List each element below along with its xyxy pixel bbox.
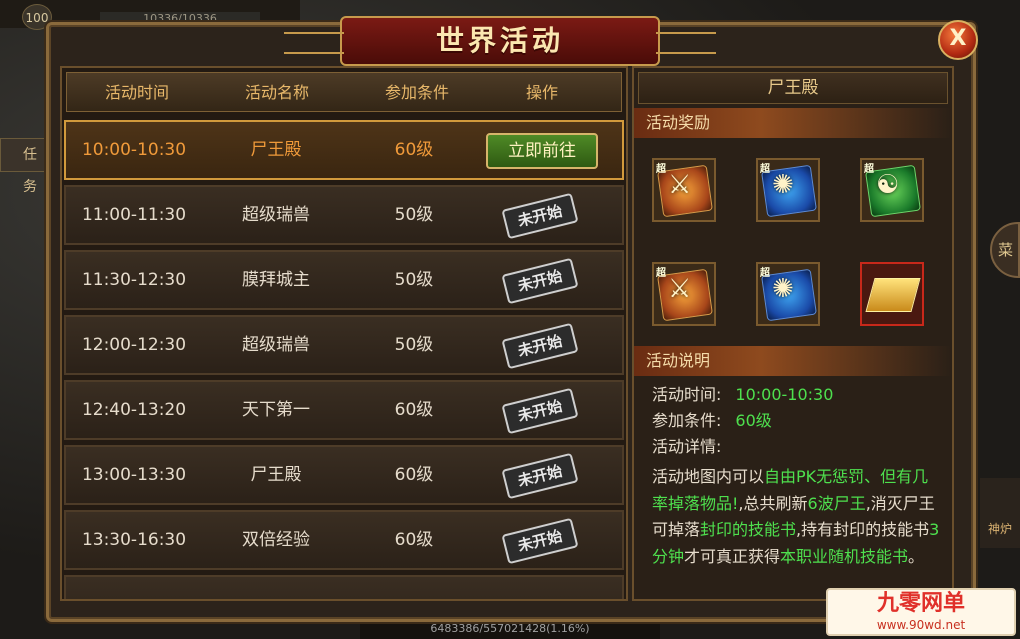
not-started-stamp: 未开始 <box>501 452 579 500</box>
row-name: 尸王殿 <box>250 465 302 485</box>
desc-part: ,持有封印的技能书 <box>796 520 930 539</box>
info-time-value: 10:00-10:30 <box>735 385 834 404</box>
not-started-stamp: 未开始 <box>501 257 579 305</box>
description-header: 活动说明 <box>634 346 952 376</box>
row-requirement: 50级 <box>394 205 434 225</box>
row-time: 12:40-13:20 <box>81 400 187 420</box>
info-time: 活动时间: 10:00-10:30 <box>652 382 833 408</box>
reward-slot[interactable]: ✺ 超 <box>756 158 820 222</box>
row-name: 超级瑞兽 <box>242 335 310 355</box>
super-badge: 超 <box>656 164 666 175</box>
header-requirement: 参加条件 <box>384 83 449 102</box>
table-row[interactable]: 11:30-12:30 膜拜城主 50级 未开始 <box>64 250 624 310</box>
window-title: 世界活动 <box>435 24 564 57</box>
row-time: 11:30-12:30 <box>81 270 187 290</box>
table-row[interactable]: 12:00-12:30 超级瑞兽 50级 未开始 <box>64 315 624 375</box>
row-requirement: 60级 <box>394 400 434 420</box>
super-badge: 超 <box>864 164 874 175</box>
super-badge: 超 <box>656 268 666 279</box>
row-name: 天下第一 <box>242 400 310 420</box>
desc-part-highlight: 6波尸王 <box>807 493 866 513</box>
table-row[interactable]: 13:00-13:30 尸王殿 60级 未开始 <box>64 445 624 505</box>
sword-glyph-icon: ⚔ <box>668 170 692 200</box>
row-requirement: 60级 <box>394 465 434 485</box>
row-time: 13:00-13:30 <box>81 465 187 485</box>
info-time-label: 活动时间: <box>652 385 722 404</box>
table-row[interactable]: 12:40-13:20 天下第一 60级 未开始 <box>64 380 624 440</box>
desc-part: 。 <box>908 546 925 566</box>
row-requirement: 60级 <box>394 530 434 550</box>
desc-part-highlight: 本职业随机技能书 <box>780 546 909 566</box>
row-name: 双倍经验 <box>242 530 310 550</box>
not-started-stamp: 未开始 <box>501 517 579 565</box>
activity-description: 活动地图内可以自由PK无惩罚、但有几率掉落物品!,总共刷新6波尸王,消灭尸王可掉… <box>652 464 942 600</box>
swirl-glyph-icon: ✺ <box>772 274 794 304</box>
row-name: 尸王殿 <box>250 140 302 160</box>
row-requirement: 50级 <box>394 335 434 355</box>
super-badge: 超 <box>760 164 770 175</box>
furnace-button[interactable]: 神炉 <box>980 478 1020 548</box>
header-time: 活动时间 <box>104 83 169 102</box>
row-time: 12:00-12:30 <box>81 335 187 355</box>
watermark-logo: 九零网单 <box>876 591 965 616</box>
not-started-stamp: 未开始 <box>501 192 579 240</box>
desc-part: 才可真正获得 <box>684 546 781 566</box>
row-name: 超级瑞兽 <box>242 205 310 225</box>
super-badge: 超 <box>760 268 770 279</box>
reward-slot[interactable]: ⚔ 超 <box>652 158 716 222</box>
table-row[interactable]: 11:00-11:30 超级瑞兽 50级 未开始 <box>64 185 624 245</box>
gold-bars-icon <box>865 278 921 312</box>
table-header: 活动时间 活动名称 参加条件 操作 <box>66 72 622 112</box>
reward-slot[interactable]: ☯ 超 <box>860 158 924 222</box>
swirl-glyph-icon: ✺ <box>772 170 794 200</box>
rewards-header: 活动奖励 <box>634 108 952 138</box>
row-requirement: 50级 <box>394 270 434 290</box>
header-name: 活动名称 <box>244 83 309 102</box>
reward-slot[interactable]: ✺ 超 <box>756 262 820 326</box>
window-title-plate: 世界活动 <box>284 16 716 66</box>
watermark-url: www.90wd.net <box>876 618 966 632</box>
not-started-stamp: 未开始 <box>501 322 579 370</box>
exp-bar: 6483386/557021428(1.16%) <box>360 619 660 639</box>
info-req-label: 参加条件: <box>652 411 722 430</box>
table-row[interactable]: 13:30-16:30 双倍经验 60级 未开始 <box>64 510 624 570</box>
yin-yang-icon: ☯ <box>876 170 900 200</box>
table-row[interactable]: 10:00-10:30 尸王殿 60级 立即前往 <box>64 120 624 180</box>
activity-detail-panel: 尸王殿 活动奖励 ⚔ 超 ✺ 超 ☯ 超 ⚔ 超 ✺ 超 活动说明 活动时间: 1… <box>632 66 954 601</box>
reward-slot[interactable]: ⚔ 超 <box>652 262 716 326</box>
info-req-value: 60级 <box>735 411 772 430</box>
task-button[interactable]: 任务 <box>0 138 50 195</box>
sword-glyph-icon: ⚔ <box>668 274 692 304</box>
desc-part-highlight: 封印的技能书 <box>700 520 797 539</box>
row-name: 膜拜城主 <box>242 270 310 290</box>
info-requirement: 参加条件: 60级 <box>652 408 772 434</box>
row-time: 10:00-10:30 <box>81 140 187 160</box>
row-requirement: 60级 <box>394 140 434 160</box>
activity-list-panel: 活动时间 活动名称 参加条件 操作 10:00-10:30 尸王殿 60级 立即… <box>60 66 628 601</box>
reward-slot[interactable] <box>860 262 924 326</box>
row-time: 11:00-11:30 <box>81 205 187 225</box>
desc-part: ,总共刷新 <box>738 493 808 513</box>
table-row-partial[interactable] <box>64 575 624 599</box>
close-button[interactable]: X <box>938 20 978 60</box>
desc-part: 活动地图内可以 <box>652 467 765 486</box>
site-watermark: 九零网单 www.90wd.net <box>826 588 1016 636</box>
detail-title: 尸王殿 <box>638 72 948 104</box>
not-started-stamp: 未开始 <box>501 387 579 435</box>
row-time: 13:30-16:30 <box>81 530 187 550</box>
header-action: 操作 <box>525 83 558 102</box>
go-now-button[interactable]: 立即前往 <box>486 133 598 169</box>
info-detail-label: 活动详情: <box>652 437 722 456</box>
